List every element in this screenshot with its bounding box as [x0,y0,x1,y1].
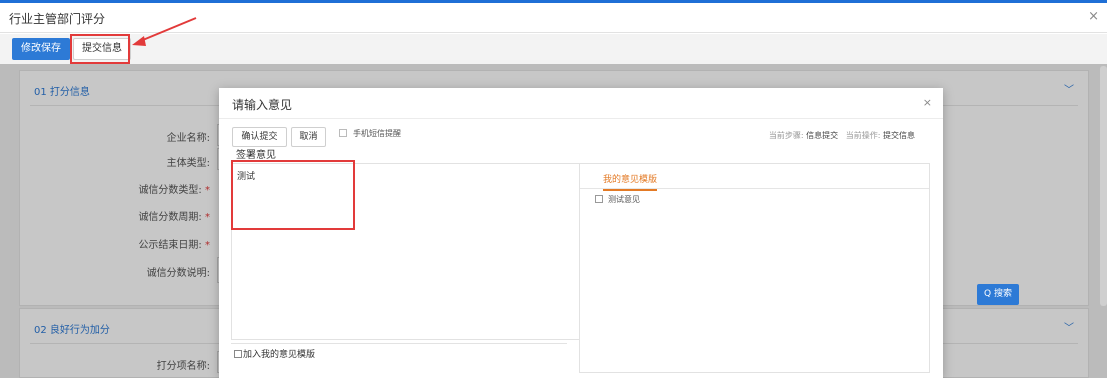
modal-title: 请输入意见 [232,98,293,112]
add-template-label: 加入我的意见模版 [243,350,316,360]
close-icon[interactable]: × [1088,9,1099,24]
search-button[interactable]: Q 搜索 [977,284,1019,305]
step-info: 当前步骤: 信息提交 当前操作: 提交信息 [768,131,915,140]
current-step-value: 信息提交 [806,131,839,140]
window-title: 行业主管部门评分 [9,12,106,26]
checkbox-icon[interactable] [339,129,347,137]
template-item-label: 测试意见 [608,195,640,204]
annotation-arrow-icon [132,17,197,46]
opinion-modal: 请输入意见 × 确认提交 取消 手机短信提醒 当前步骤: 信息提交 当前操作: … [219,88,943,378]
divider [231,343,567,344]
opinion-label: 签署意见 [236,150,276,161]
highlight-box-submit [70,34,130,64]
template-item[interactable]: 测试意见 [595,194,640,205]
save-button[interactable]: 修改保存 [12,38,70,60]
close-icon[interactable]: × [923,96,932,109]
template-panel: 我的意见模版 测试意见 [579,163,930,373]
cancel-button[interactable]: 取消 [291,127,326,147]
sms-reminder-checkbox[interactable]: 手机短信提醒 [339,128,401,139]
confirm-submit-button[interactable]: 确认提交 [232,127,287,147]
add-to-template-checkbox[interactable]: 加入我的意见模版 [234,347,315,360]
page-scrollbar[interactable] [1100,66,1107,306]
divider [580,188,929,189]
checkbox-icon[interactable] [595,195,603,203]
checkbox-icon[interactable] [234,350,242,358]
current-action-value: 提交信息 [883,131,915,140]
divider [219,118,943,119]
sms-reminder-label: 手机短信提醒 [353,129,401,138]
highlight-box-opinion [231,160,355,230]
